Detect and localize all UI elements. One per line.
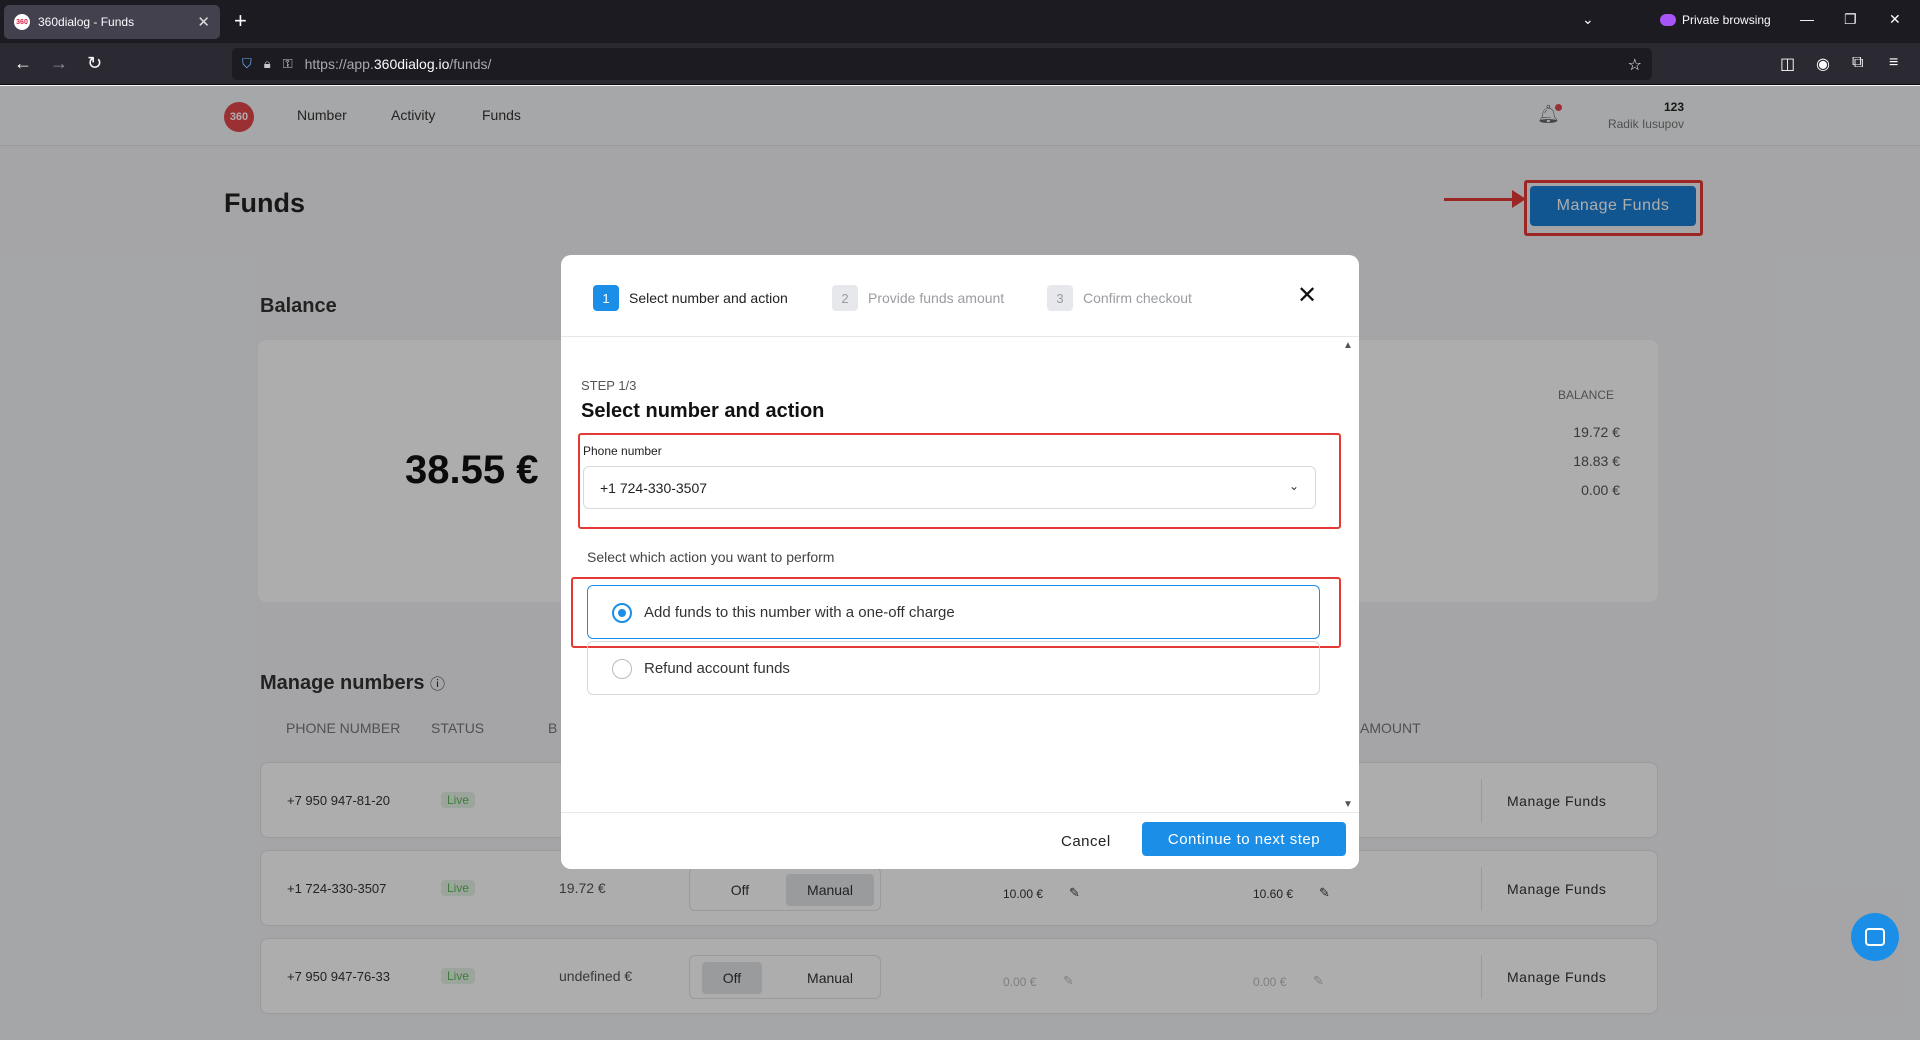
modal-scrollbar[interactable]: ▲ ▼	[1343, 340, 1355, 810]
manage-funds-modal: 1 Select number and action 2 Provide fun…	[561, 255, 1359, 869]
private-mask-icon	[1660, 14, 1676, 26]
browser-tabbar: 360 360dialog - Funds ✕ + ⌄ Private brow…	[0, 0, 1920, 43]
favicon-icon: 360	[14, 14, 30, 30]
restore-icon[interactable]: ❐	[1844, 11, 1857, 28]
menu-icon[interactable]: ≡	[1889, 54, 1898, 72]
browser-navbar: ← → ↻ ⛉ 🔒︎ ⚿ https://app.360dialog.io/fu…	[0, 43, 1920, 85]
step-number: 2	[832, 285, 858, 311]
option-add-funds[interactable]: Add funds to this number with a one-off …	[587, 585, 1320, 639]
tab-title: 360dialog - Funds	[38, 15, 135, 29]
modal-body: ▲ ▼ STEP 1/3 Select number and action Ph…	[561, 338, 1359, 812]
bookmark-star-icon[interactable]: ☆	[1628, 55, 1642, 75]
chevron-down-icon: ⌄	[1288, 479, 1299, 493]
scroll-up-icon[interactable]: ▲	[1343, 340, 1353, 351]
private-browsing-indicator: Private browsing	[1660, 13, 1771, 27]
step-label: Select number and action	[629, 290, 788, 306]
step-1: 1 Select number and action	[593, 285, 788, 311]
radio-unselected-icon	[612, 659, 632, 679]
close-icon[interactable]: ✕	[1297, 281, 1317, 310]
chat-launcher-button[interactable]	[1851, 913, 1899, 961]
step-label: Provide funds amount	[868, 290, 1005, 306]
phone-number-label: Phone number	[583, 444, 662, 458]
list-tabs-chevron-icon[interactable]: ⌄	[1582, 11, 1594, 28]
new-tab-icon[interactable]: +	[234, 8, 247, 34]
step-number: 1	[593, 285, 619, 311]
option-label: Refund account funds	[644, 659, 790, 677]
back-icon[interactable]: ←	[14, 53, 32, 74]
step-3: 3 Confirm checkout	[1047, 285, 1192, 311]
chat-bubble-icon	[1865, 928, 1885, 946]
window-close-icon[interactable]: ✕	[1889, 11, 1901, 28]
continue-button[interactable]: Continue to next step	[1142, 822, 1346, 856]
permissions-icon[interactable]: ⚿	[283, 56, 293, 72]
modal-title: Select number and action	[581, 400, 825, 422]
step-2: 2 Provide funds amount	[832, 285, 1004, 311]
phone-number-value: +1 724-330-3507	[600, 479, 708, 496]
url-bar[interactable]: ⛉ 🔒︎ ⚿ https://app.360dialog.io/funds/ ☆	[232, 48, 1652, 80]
stepper: 1 Select number and action 2 Provide fun…	[561, 255, 1359, 337]
step-label: Confirm checkout	[1083, 290, 1192, 306]
scroll-down-icon[interactable]: ▼	[1343, 799, 1353, 810]
minimize-icon[interactable]: —	[1800, 11, 1814, 27]
pocket-icon[interactable]: ◫	[1780, 54, 1795, 74]
tab-close-icon[interactable]: ✕	[197, 13, 210, 31]
reload-icon[interactable]: ↻	[87, 53, 102, 74]
browser-tab[interactable]: 360 360dialog - Funds ✕	[4, 5, 220, 39]
modal-footer: Cancel Continue to next step	[561, 812, 1359, 869]
private-label: Private browsing	[1682, 13, 1771, 27]
lock-icon[interactable]: 🔒︎	[264, 56, 271, 72]
cancel-button[interactable]: Cancel	[1061, 833, 1111, 850]
option-refund[interactable]: Refund account funds	[587, 641, 1320, 695]
option-label: Add funds to this number with a one-off …	[644, 603, 955, 621]
phone-number-select[interactable]: +1 724-330-3507 ⌄	[583, 466, 1316, 509]
forward-icon[interactable]: →	[50, 53, 68, 74]
step-number: 3	[1047, 285, 1073, 311]
radio-selected-icon	[612, 603, 632, 623]
tracking-protection-icon[interactable]: ⛉	[242, 56, 252, 72]
url-text[interactable]: https://app.360dialog.io/funds/	[305, 56, 492, 72]
extensions-icon[interactable]: ⧉	[1852, 54, 1863, 72]
step-indicator: STEP 1/3	[581, 378, 637, 393]
account-icon[interactable]: ◉	[1816, 54, 1830, 74]
action-prompt: Select which action you want to perform	[587, 549, 835, 565]
